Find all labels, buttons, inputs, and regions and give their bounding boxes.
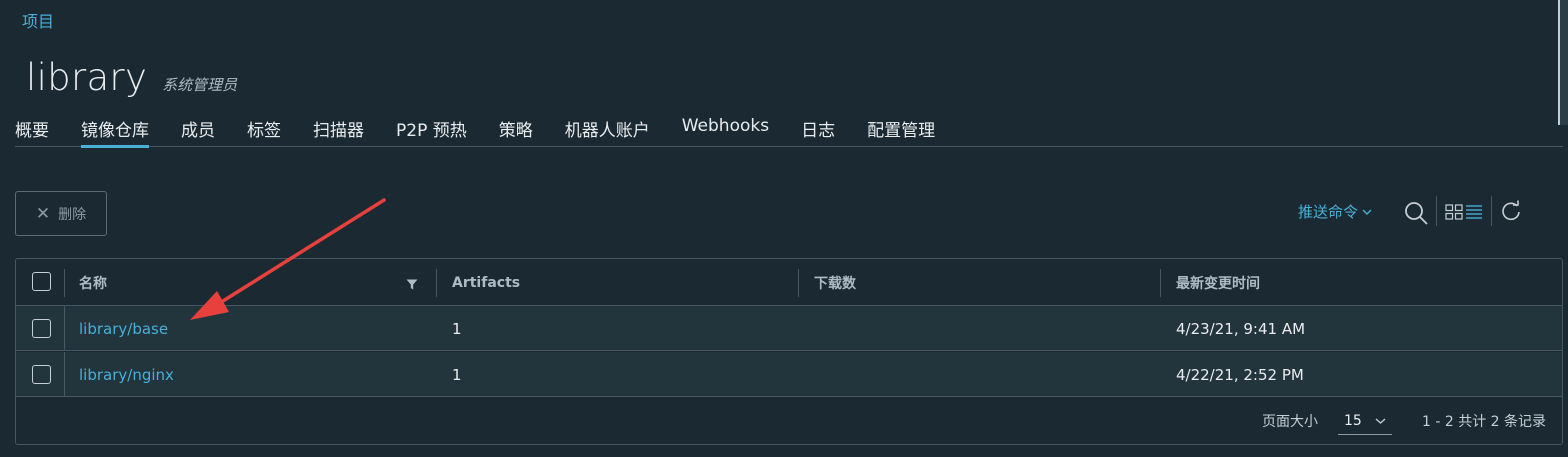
column-divider [1160,269,1161,297]
table-row: library/nginx 1 4/22/21, 2:52 PM [16,352,1562,397]
tab-webhooks[interactable]: Webhooks [682,108,769,147]
grid-footer: 页面大小 15 1 - 2 共计 2 条记录 [16,399,1562,444]
row-checkbox[interactable] [32,365,51,384]
tab-scanner[interactable]: 扫描器 [313,108,364,147]
breadcrumb-projects[interactable]: 项目 [22,8,54,32]
project-tabs: 概要 镜像仓库 成员 标签 扫描器 P2P 预热 策略 机器人账户 Webhoo… [15,108,1563,148]
last-modified-time: 4/23/21, 9:41 AM [1176,319,1306,338]
delete-button[interactable]: ✕ 删除 [15,191,107,236]
page-size-label: 页面大小 [1262,414,1318,430]
chevron-down-icon [1362,209,1372,215]
close-icon: ✕ [35,203,51,223]
column-divider [798,269,799,297]
column-header-last-modified[interactable]: 最新变更时间 [1176,259,1260,306]
column-divider [64,352,65,397]
tab-summary[interactable]: 概要 [15,108,49,147]
tab-logs[interactable]: 日志 [801,108,835,147]
tab-policy[interactable]: 策略 [499,108,533,147]
page-title: library [26,56,148,99]
grid-header: 名称 Artifacts 下载数 最新变更时间 [16,259,1562,306]
chevron-down-icon [1375,417,1386,424]
toolbar-divider [1491,196,1492,226]
column-divider [64,269,65,297]
push-command-label: 推送命令 [1298,203,1359,221]
tab-repositories[interactable]: 镜像仓库 [81,108,149,148]
tab-robot-accounts[interactable]: 机器人账户 [565,108,650,147]
last-modified-time: 4/22/21, 2:52 PM [1176,365,1304,384]
card-view-icon[interactable] [1445,204,1463,220]
row-checkbox[interactable] [32,319,51,338]
repository-name-link[interactable]: library/nginx [79,352,174,397]
tab-labels[interactable]: 标签 [247,108,281,147]
column-divider [64,306,65,351]
refresh-icon[interactable] [1500,200,1522,222]
repository-name-link[interactable]: library/base [79,306,168,351]
record-count: 1 - 2 共计 2 条记录 [1422,414,1547,430]
column-header-artifacts[interactable]: Artifacts [452,259,520,306]
column-divider [436,269,437,297]
push-command-dropdown[interactable]: 推送命令 [1298,201,1372,222]
filter-icon[interactable] [406,279,418,290]
select-all-checkbox[interactable] [32,272,51,291]
artifact-count: 1 [452,365,462,384]
delete-label: 删除 [58,205,87,222]
toolbar-divider [1436,196,1437,226]
tab-configuration[interactable]: 配置管理 [867,108,935,147]
search-icon[interactable] [1403,200,1429,226]
artifact-count: 1 [452,319,462,338]
table-row: library/base 1 4/23/21, 9:41 AM [16,306,1562,351]
tab-members[interactable]: 成员 [181,108,215,147]
tab-p2p-preheat[interactable]: P2P 预热 [396,108,467,147]
column-header-name[interactable]: 名称 [79,259,107,306]
side-panel-edge [1558,0,1568,125]
page-size-value: 15 [1344,412,1362,429]
column-header-pulls[interactable]: 下载数 [814,259,856,306]
repository-datagrid: 名称 Artifacts 下载数 最新变更时间 library/base 1 4… [15,258,1563,445]
page-header: library 系统管理员 [26,56,237,99]
page-size-select[interactable]: 15 [1338,407,1392,435]
role-label: 系统管理员 [162,76,238,94]
list-view-icon[interactable] [1465,204,1483,220]
